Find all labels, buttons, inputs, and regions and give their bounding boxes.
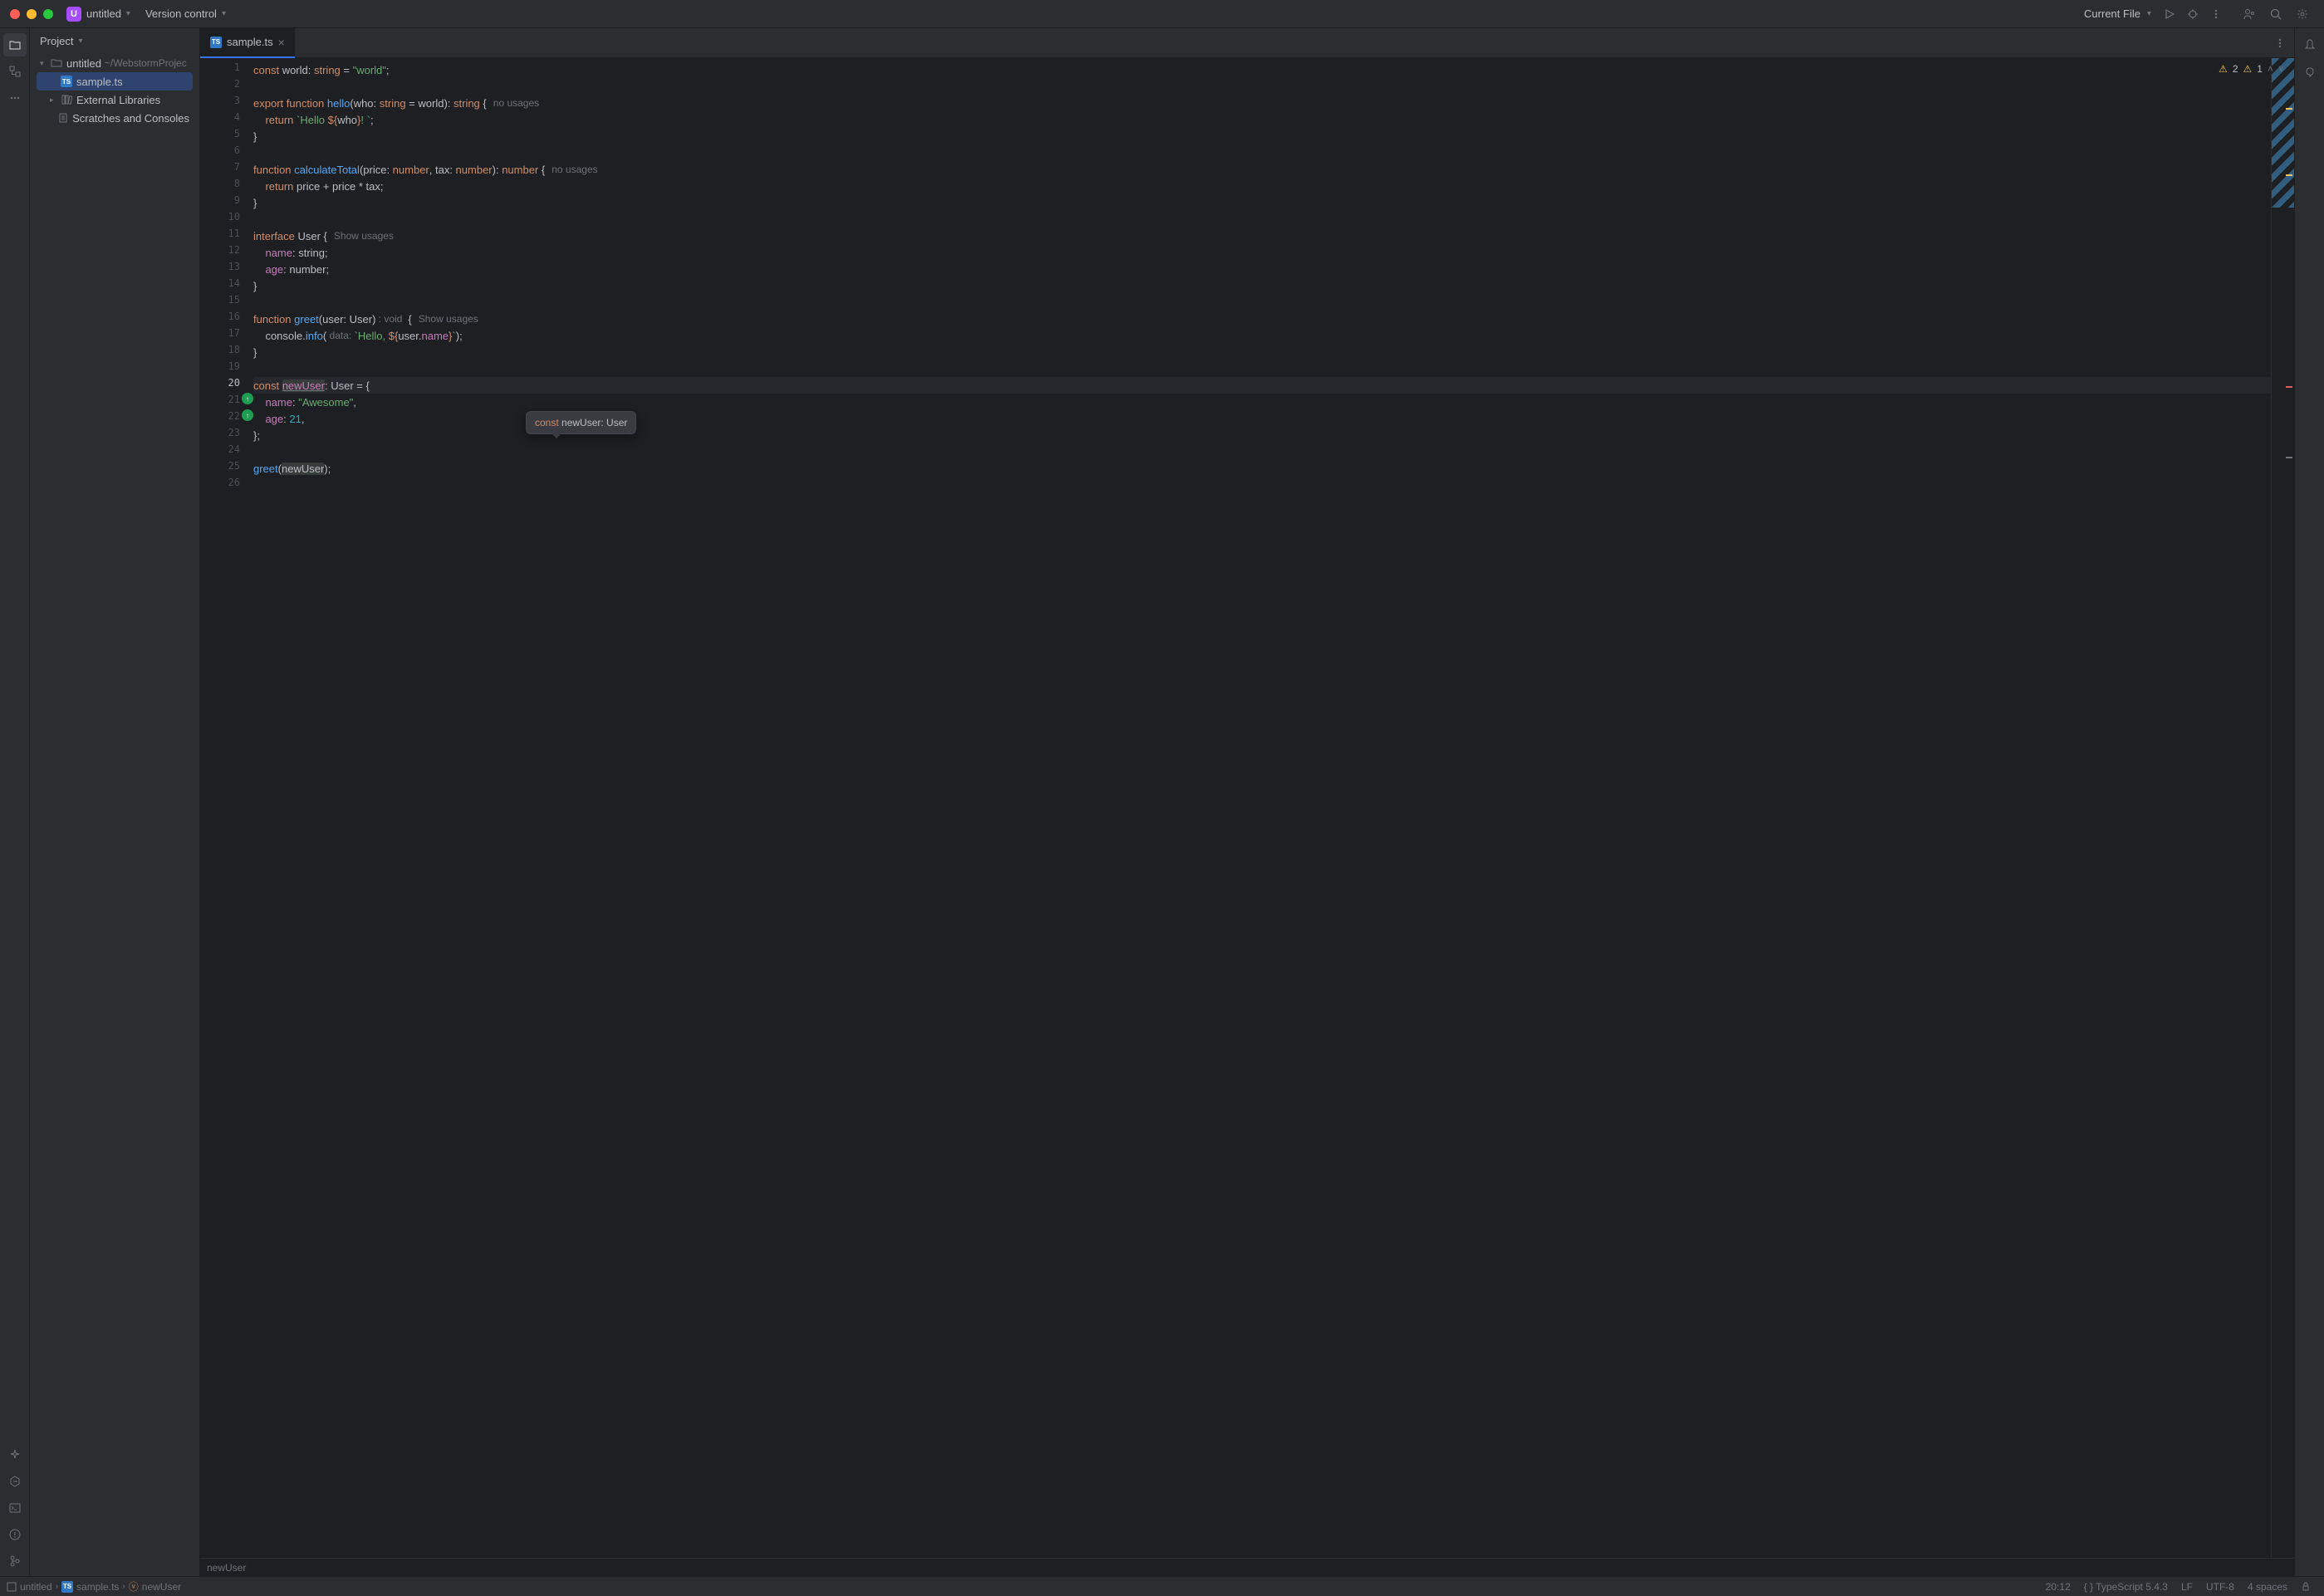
project-name[interactable]: untitled (86, 7, 121, 20)
tab-menu-button[interactable] (2266, 37, 2294, 49)
prev-highlight-button[interactable]: ˄ (2268, 63, 2273, 75)
editor-content[interactable]: ⚠ 2 ⚠ 1 ˄ ˅ 1 2 3 4 5 6 7 8 9 10 11 12 1… (200, 58, 2294, 1558)
project-dropdown-icon[interactable]: ▾ (126, 9, 130, 18)
nav-crumb[interactable]: untitled (20, 1581, 52, 1593)
ai-assistant-button[interactable] (2298, 60, 2322, 83)
notifications-button[interactable] (2298, 33, 2322, 56)
nav-crumb[interactable]: sample.ts (76, 1581, 119, 1593)
run-button[interactable] (2158, 2, 2181, 26)
status-bar: untitled › TS sample.ts › ⓥ newUser 20:1… (0, 1576, 2324, 1596)
folder-icon (50, 57, 63, 69)
ts-file-icon: TS (61, 1581, 73, 1593)
line-ending[interactable]: LF (2174, 1581, 2199, 1593)
variable-icon: ⓥ (129, 1579, 139, 1594)
scratches-icon (57, 112, 69, 124)
usages-hint[interactable]: no usages (493, 97, 539, 109)
expand-icon[interactable]: ▾ (40, 59, 50, 68)
ts-file-icon: TS (60, 76, 73, 87)
project-tree: ▾ untitled ~/WebstormProjec TS sample.ts… (30, 54, 199, 127)
usages-hint[interactable]: no usages (552, 164, 597, 175)
inlay-hint-icon[interactable]: ↑ (242, 393, 253, 404)
project-tool-button[interactable] (3, 33, 27, 56)
tab-sample-ts[interactable]: TS sample.ts × (200, 28, 295, 58)
tree-item-label: untitled (66, 57, 101, 70)
indent-settings[interactable]: 4 spaces (2241, 1581, 2294, 1593)
expand-icon[interactable]: ▸ (50, 95, 60, 105)
tree-item-path: ~/WebstormProjec (105, 57, 187, 69)
project-panel-header[interactable]: Project ▾ (30, 28, 199, 54)
usages-hint[interactable]: Show usages (334, 230, 394, 242)
tree-item-label: External Libraries (76, 94, 160, 106)
weak-warning-count: 1 (2257, 63, 2263, 75)
more-actions-button[interactable] (2204, 2, 2228, 26)
navigation-bar[interactable]: untitled › TS sample.ts › ⓥ newUser (7, 1579, 181, 1594)
encoding[interactable]: UTF-8 (2199, 1581, 2241, 1593)
run-config-dropdown-icon[interactable]: ▾ (2147, 9, 2151, 18)
tree-external-libs[interactable]: ▸ External Libraries (37, 91, 193, 109)
terminal-tool-button[interactable] (3, 1496, 27, 1520)
braces-icon: { } (2084, 1581, 2093, 1593)
nav-crumb-project-icon (7, 1582, 17, 1592)
inlay-hint-icon[interactable]: ↑ (242, 409, 253, 421)
version-control-menu[interactable]: Version control (145, 7, 217, 20)
problems-tool-button[interactable] (3, 1523, 27, 1546)
readonly-toggle[interactable] (2294, 1582, 2317, 1592)
minimap-preview (2272, 58, 2294, 208)
traffic-lights (10, 9, 53, 19)
project-panel: Project ▾ ▾ untitled ~/WebstormProjec TS… (30, 28, 200, 1576)
window-minimize[interactable] (27, 9, 37, 19)
chevron-right-icon: › (56, 1582, 58, 1591)
quick-doc-tooltip: const newUser: User (526, 411, 636, 434)
tree-scratches[interactable]: Scratches and Consoles (37, 109, 193, 127)
breadcrumb-item[interactable]: newUser (207, 1562, 246, 1574)
inspections-widget[interactable]: ⚠ 2 ⚠ 1 ˄ ˅ (2219, 63, 2284, 75)
tab-close-button[interactable]: × (278, 36, 285, 49)
breadcrumb-bar[interactable]: newUser (200, 1558, 2294, 1576)
usages-hint[interactable]: Show usages (419, 313, 478, 325)
gutter[interactable]: 1 2 3 4 5 6 7 8 9 10 11 12 13 14 15 16 1… (200, 58, 253, 1558)
structure-tool-button[interactable] (3, 60, 27, 83)
library-icon (60, 94, 73, 105)
warning-icon: ⚠ (2219, 63, 2228, 75)
debug-button[interactable] (2181, 2, 2204, 26)
ai-tool-button[interactable] (3, 1443, 27, 1466)
tree-root[interactable]: ▾ untitled ~/WebstormProjec (37, 54, 193, 72)
next-highlight-button[interactable]: ˅ (2278, 63, 2284, 75)
code-with-me-button[interactable] (2238, 2, 2261, 26)
panel-dropdown-icon[interactable]: ▾ (78, 37, 82, 46)
cursor-position[interactable]: 20:12 (2039, 1581, 2077, 1593)
tree-item-label: Scratches and Consoles (72, 112, 189, 125)
editor-area: TS sample.ts × ⚠ 2 ⚠ 1 ˄ ˅ 1 2 3 4 (200, 28, 2294, 1576)
run-configuration[interactable]: Current File (2084, 7, 2140, 20)
weak-warning-icon: ⚠ (2243, 63, 2253, 75)
chevron-right-icon: › (122, 1582, 125, 1591)
warning-count: 2 (2233, 63, 2238, 75)
more-tool-button[interactable] (3, 86, 27, 110)
project-badge: U (66, 7, 81, 22)
vcs-tool-button[interactable] (3, 1549, 27, 1573)
services-tool-button[interactable] (3, 1470, 27, 1493)
settings-button[interactable] (2291, 2, 2314, 26)
panel-title: Project (40, 35, 73, 47)
nav-crumb[interactable]: newUser (142, 1581, 181, 1593)
tree-file-sample[interactable]: TS sample.ts (37, 72, 193, 91)
right-toolbar (2294, 28, 2324, 1576)
tree-item-label: sample.ts (76, 76, 123, 88)
search-button[interactable] (2264, 2, 2287, 26)
titlebar: U untitled ▾ Version control ▾ Current F… (0, 0, 2324, 28)
window-maximize[interactable] (43, 9, 53, 19)
editor-tabs: TS sample.ts × (200, 28, 2294, 58)
vcs-dropdown-icon[interactable]: ▾ (222, 9, 226, 18)
tab-label: sample.ts (227, 36, 273, 48)
minimap[interactable] (2271, 58, 2294, 1558)
left-toolbar (0, 28, 30, 1576)
window-close[interactable] (10, 9, 20, 19)
code-area[interactable]: const world: string = "world"; export fu… (253, 58, 2271, 1558)
ts-file-icon: TS (210, 37, 222, 48)
typescript-status[interactable]: { } TypeScript 5.4.3 (2077, 1581, 2174, 1593)
